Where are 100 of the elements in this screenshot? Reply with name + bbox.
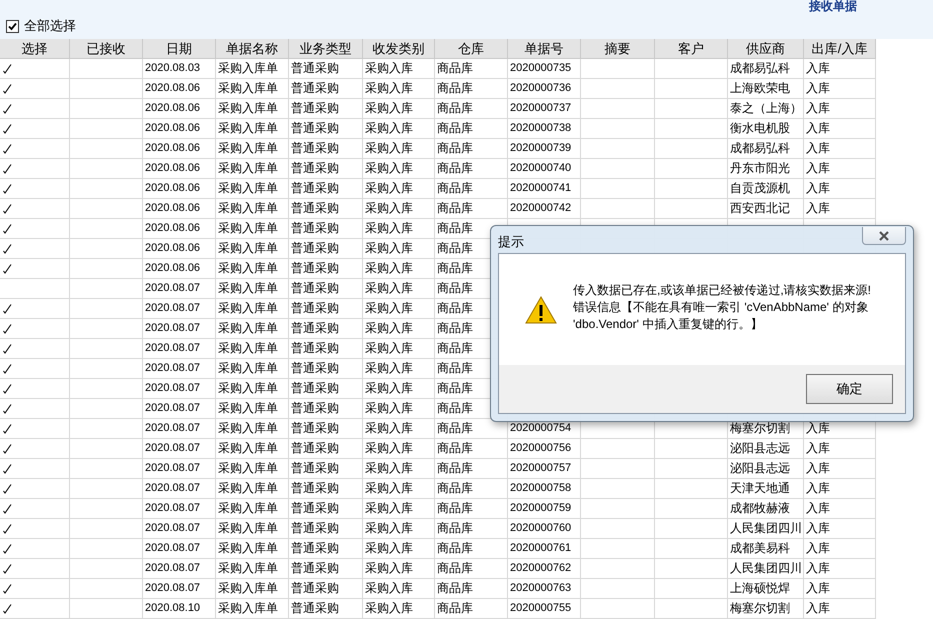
column-header[interactable]: 客户 <box>655 39 728 59</box>
select-cell[interactable] <box>0 479 70 499</box>
select-cell[interactable] <box>0 159 70 179</box>
select-cell[interactable] <box>0 79 70 99</box>
column-header[interactable]: 单据号 <box>508 39 581 59</box>
table-cell: 商品库 <box>435 479 508 499</box>
table-cell: 采购入库 <box>363 499 435 519</box>
table-cell: 人民集团四川 <box>728 519 804 539</box>
select-cell[interactable] <box>0 579 70 599</box>
close-button[interactable] <box>862 227 906 245</box>
select-cell[interactable] <box>0 499 70 519</box>
table-cell: 2020000759 <box>508 499 581 519</box>
table-cell: 普通采购 <box>289 239 363 259</box>
table-cell: 2020.08.07 <box>143 459 216 479</box>
table-cell: 2020.08.07 <box>143 499 216 519</box>
select-cell[interactable] <box>0 379 70 399</box>
ok-button[interactable]: 确定 <box>806 374 893 404</box>
select-cell[interactable] <box>0 299 70 319</box>
select-cell[interactable] <box>0 459 70 479</box>
table-cell: 普通采购 <box>289 459 363 479</box>
select-cell[interactable] <box>0 339 70 359</box>
table-cell: 衡水电机股 <box>728 119 804 139</box>
select-cell[interactable] <box>0 419 70 439</box>
table-cell: 商品库 <box>435 199 508 219</box>
table-cell: 普通采购 <box>289 599 363 619</box>
table-cell: 商品库 <box>435 579 508 599</box>
table-cell: 成都美易科 <box>728 539 804 559</box>
select-cell[interactable] <box>0 319 70 339</box>
table-cell: 采购入库单 <box>216 59 289 79</box>
table-cell: 2020.08.07 <box>143 579 216 599</box>
table-cell: 采购入库 <box>363 459 435 479</box>
table-cell: 采购入库 <box>363 99 435 119</box>
select-cell[interactable] <box>0 219 70 239</box>
select-cell[interactable] <box>0 99 70 119</box>
message-text: 'dbo.Vendor' 中插入重复键的行。】 <box>573 316 764 333</box>
select-cell[interactable] <box>0 179 70 199</box>
select-cell[interactable] <box>0 519 70 539</box>
table-cell: 普通采购 <box>289 439 363 459</box>
table-cell: 商品库 <box>435 599 508 619</box>
table-cell: 商品库 <box>435 439 508 459</box>
table-cell: 普通采购 <box>289 579 363 599</box>
table-cell: 采购入库单 <box>216 479 289 499</box>
column-header[interactable]: 出库/入库 <box>804 39 876 59</box>
table-cell: 2020000758 <box>508 479 581 499</box>
table-cell: 采购入库单 <box>216 559 289 579</box>
column-header[interactable]: 单据名称 <box>216 39 289 59</box>
table-cell: 采购入库单 <box>216 399 289 419</box>
close-icon <box>877 230 891 242</box>
table-cell: 2020000756 <box>508 439 581 459</box>
table-cell: 2020.08.06 <box>143 159 216 179</box>
table-cell: 采购入库 <box>363 219 435 239</box>
table-cell: 天津天地通 <box>728 479 804 499</box>
table-cell: 成都易弘科 <box>728 59 804 79</box>
table-cell: 2020.08.07 <box>143 319 216 339</box>
column-header[interactable]: 摘要 <box>581 39 655 59</box>
column-header[interactable]: 业务类型 <box>289 39 363 59</box>
select-cell[interactable] <box>0 199 70 219</box>
column-header[interactable]: 已接收 <box>70 39 143 59</box>
table-cell: 入库 <box>804 119 876 139</box>
table-cell: 2020000737 <box>508 99 581 119</box>
select-cell[interactable] <box>0 599 70 619</box>
table-cell: 2020.08.07 <box>143 559 216 579</box>
column-header[interactable]: 日期 <box>143 39 216 59</box>
table-cell: 2020000736 <box>508 79 581 99</box>
select-cell[interactable] <box>0 279 70 299</box>
table-cell: 2020.08.06 <box>143 139 216 159</box>
table-cell: 入库 <box>804 599 876 619</box>
table-cell: 普通采购 <box>289 159 363 179</box>
select-cell[interactable] <box>0 119 70 139</box>
table-cell: 普通采购 <box>289 379 363 399</box>
column-header[interactable]: 供应商 <box>728 39 804 59</box>
table-cell: 入库 <box>804 499 876 519</box>
table-cell: 2020.08.06 <box>143 119 216 139</box>
select-cell[interactable] <box>0 359 70 379</box>
table-cell: 普通采购 <box>289 119 363 139</box>
select-cell[interactable] <box>0 539 70 559</box>
table-cell: 2020000763 <box>508 579 581 599</box>
column-header[interactable]: 仓库 <box>435 39 508 59</box>
table-cell: 采购入库单 <box>216 319 289 339</box>
select-cell[interactable] <box>0 239 70 259</box>
table-cell: 普通采购 <box>289 359 363 379</box>
table-cell: 普通采购 <box>289 479 363 499</box>
select-cell[interactable] <box>0 259 70 279</box>
table-cell: 西安西北记 <box>728 199 804 219</box>
select-all-checkbox[interactable]: 全部选择 <box>6 17 933 35</box>
table-cell: 2020000755 <box>508 599 581 619</box>
column-header[interactable]: 选择 <box>0 39 70 59</box>
select-cell[interactable] <box>0 399 70 419</box>
table-cell: 商品库 <box>435 459 508 479</box>
table-cell: 采购入库单 <box>216 459 289 479</box>
table-cell: 丹东市阳光 <box>728 159 804 179</box>
table-cell: 采购入库 <box>363 259 435 279</box>
table-cell: 2020.08.07 <box>143 519 216 539</box>
table-cell: 2020.08.07 <box>143 399 216 419</box>
select-cell[interactable] <box>0 139 70 159</box>
select-cell[interactable] <box>0 559 70 579</box>
table-cell: 采购入库单 <box>216 79 289 99</box>
select-cell[interactable] <box>0 59 70 79</box>
select-cell[interactable] <box>0 439 70 459</box>
column-header[interactable]: 收发类别 <box>363 39 435 59</box>
